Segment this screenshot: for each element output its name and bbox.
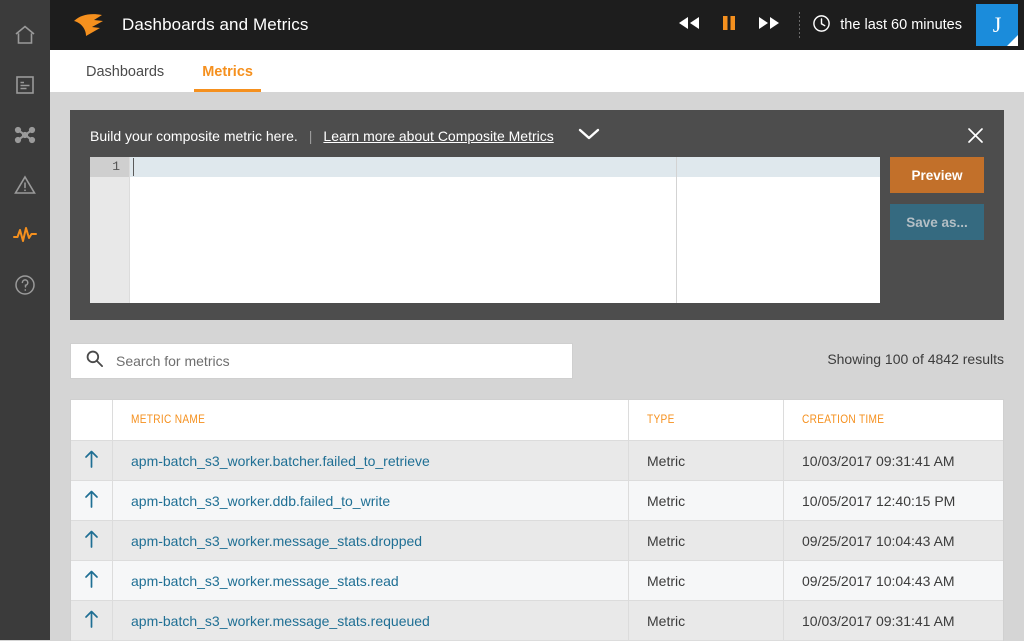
metric-type: Metric bbox=[647, 452, 686, 469]
close-icon[interactable] bbox=[962, 122, 988, 148]
document-icon bbox=[13, 73, 37, 97]
arrow-up-icon[interactable] bbox=[83, 489, 100, 512]
editor-caret bbox=[133, 158, 134, 176]
page-body: Build your composite metric here. | Lear… bbox=[50, 92, 1024, 641]
question-circle-icon bbox=[13, 273, 37, 297]
learn-more-link[interactable]: Learn more about Composite Metrics bbox=[323, 128, 553, 144]
composite-metric-panel: Build your composite metric here. | Lear… bbox=[70, 110, 1004, 320]
table-header-row: METRIC NAME TYPE CREATION TIME bbox=[71, 400, 1003, 441]
metric-type: Metric bbox=[647, 492, 686, 509]
metric-type: Metric bbox=[647, 612, 686, 629]
editor-code-area[interactable] bbox=[130, 157, 880, 303]
row-action-cell[interactable] bbox=[71, 561, 113, 600]
arrow-up-icon[interactable] bbox=[83, 449, 100, 472]
composite-prompt: Build your composite metric here. bbox=[90, 128, 298, 144]
clock-icon bbox=[812, 14, 831, 37]
rewind-icon bbox=[678, 16, 700, 35]
search-input[interactable] bbox=[116, 344, 572, 378]
metric-name-link[interactable]: apm-batch_s3_worker.ddb.failed_to_write bbox=[131, 493, 390, 509]
metric-name-link[interactable]: apm-batch_s3_worker.message_stats.droppe… bbox=[131, 533, 422, 549]
rewind-button[interactable] bbox=[669, 0, 709, 50]
table-row[interactable]: apm-batch_s3_worker.message_stats.requeu… bbox=[71, 601, 1003, 641]
row-action-cell[interactable] bbox=[71, 441, 113, 480]
metric-creation-time: 09/25/2017 10:04:43 AM bbox=[802, 572, 955, 589]
header-cell-icon bbox=[71, 400, 113, 440]
preview-button[interactable]: Preview bbox=[890, 157, 984, 193]
editor-gutter: 1 bbox=[90, 157, 130, 303]
header-metric-name: METRIC NAME bbox=[131, 414, 206, 426]
avatar-initial: J bbox=[992, 12, 1002, 37]
header-creation-time: CREATION TIME bbox=[802, 414, 885, 426]
sidebar-item-help[interactable] bbox=[0, 260, 50, 310]
fast-forward-button[interactable] bbox=[749, 0, 789, 50]
search-icon bbox=[85, 349, 104, 373]
table-row[interactable]: apm-batch_s3_worker.ddb.failed_to_write … bbox=[71, 481, 1003, 521]
editor-line-number: 1 bbox=[90, 157, 129, 177]
results-count: Showing 100 of 4842 results bbox=[827, 351, 1004, 367]
search-box[interactable] bbox=[70, 343, 573, 379]
metric-name-link[interactable]: apm-batch_s3_worker.batcher.failed_to_re… bbox=[131, 453, 430, 469]
tab-metrics[interactable]: Metrics bbox=[194, 64, 261, 92]
metric-name-link[interactable]: apm-batch_s3_worker.message_stats.read bbox=[131, 573, 399, 589]
home-icon bbox=[13, 23, 37, 47]
sidebar-item-alerts[interactable] bbox=[0, 160, 50, 210]
metric-type: Metric bbox=[647, 532, 686, 549]
composite-separator: | bbox=[308, 128, 313, 144]
sidebar-item-topology[interactable] bbox=[0, 110, 50, 160]
warning-triangle-icon bbox=[13, 173, 37, 197]
row-action-cell[interactable] bbox=[71, 521, 113, 560]
editor-active-line bbox=[130, 157, 880, 177]
arrow-up-icon[interactable] bbox=[83, 529, 100, 552]
composite-code-editor[interactable]: 1 bbox=[90, 157, 880, 303]
metric-type: Metric bbox=[647, 572, 686, 589]
arrow-up-icon[interactable] bbox=[83, 569, 100, 592]
time-range-label: the last 60 minutes bbox=[840, 17, 962, 33]
tab-dashboards[interactable]: Dashboards bbox=[78, 64, 172, 92]
page-title: Dashboards and Metrics bbox=[122, 15, 309, 34]
network-icon bbox=[13, 123, 37, 147]
header-controls: the last 60 minutes J bbox=[669, 0, 1024, 50]
metric-creation-time: 10/05/2017 12:40:15 PM bbox=[802, 492, 956, 509]
time-range-selector[interactable]: the last 60 minutes bbox=[812, 14, 976, 37]
solarwinds-flame-logo bbox=[72, 10, 108, 40]
fast-forward-icon bbox=[758, 16, 780, 35]
metric-creation-time: 09/25/2017 10:04:43 AM bbox=[802, 532, 955, 549]
table-row[interactable]: apm-batch_s3_worker.message_stats.read M… bbox=[71, 561, 1003, 601]
top-header-bar: Dashboards and Metrics the last 60 minut… bbox=[50, 0, 1024, 50]
header-type: TYPE bbox=[647, 414, 675, 426]
arrow-up-icon[interactable] bbox=[83, 609, 100, 632]
chevron-down-icon[interactable] bbox=[576, 126, 602, 147]
pause-icon bbox=[721, 15, 737, 35]
sidebar-item-reports[interactable] bbox=[0, 60, 50, 110]
pulse-icon bbox=[12, 223, 38, 247]
tab-bar: Dashboards Metrics bbox=[50, 50, 1024, 92]
header-divider bbox=[799, 12, 801, 38]
metrics-table: METRIC NAME TYPE CREATION TIME apm-batch… bbox=[70, 399, 1004, 641]
left-nav-rail bbox=[0, 0, 50, 640]
sidebar-item-metrics[interactable] bbox=[0, 210, 50, 260]
metric-creation-time: 10/03/2017 09:31:41 AM bbox=[802, 612, 955, 629]
save-as-button[interactable]: Save as... bbox=[890, 204, 984, 240]
row-action-cell[interactable] bbox=[71, 481, 113, 520]
pause-button[interactable] bbox=[709, 0, 749, 50]
metric-name-link[interactable]: apm-batch_s3_worker.message_stats.requeu… bbox=[131, 613, 430, 629]
sidebar-item-home[interactable] bbox=[0, 10, 50, 60]
table-row[interactable]: apm-batch_s3_worker.batcher.failed_to_re… bbox=[71, 441, 1003, 481]
table-row[interactable]: apm-batch_s3_worker.message_stats.droppe… bbox=[71, 521, 1003, 561]
avatar[interactable]: J bbox=[976, 4, 1018, 46]
editor-print-margin bbox=[676, 157, 677, 303]
composite-panel-header: Build your composite metric here. | Lear… bbox=[70, 110, 1004, 162]
metric-creation-time: 10/03/2017 09:31:41 AM bbox=[802, 452, 955, 469]
row-action-cell[interactable] bbox=[71, 601, 113, 640]
